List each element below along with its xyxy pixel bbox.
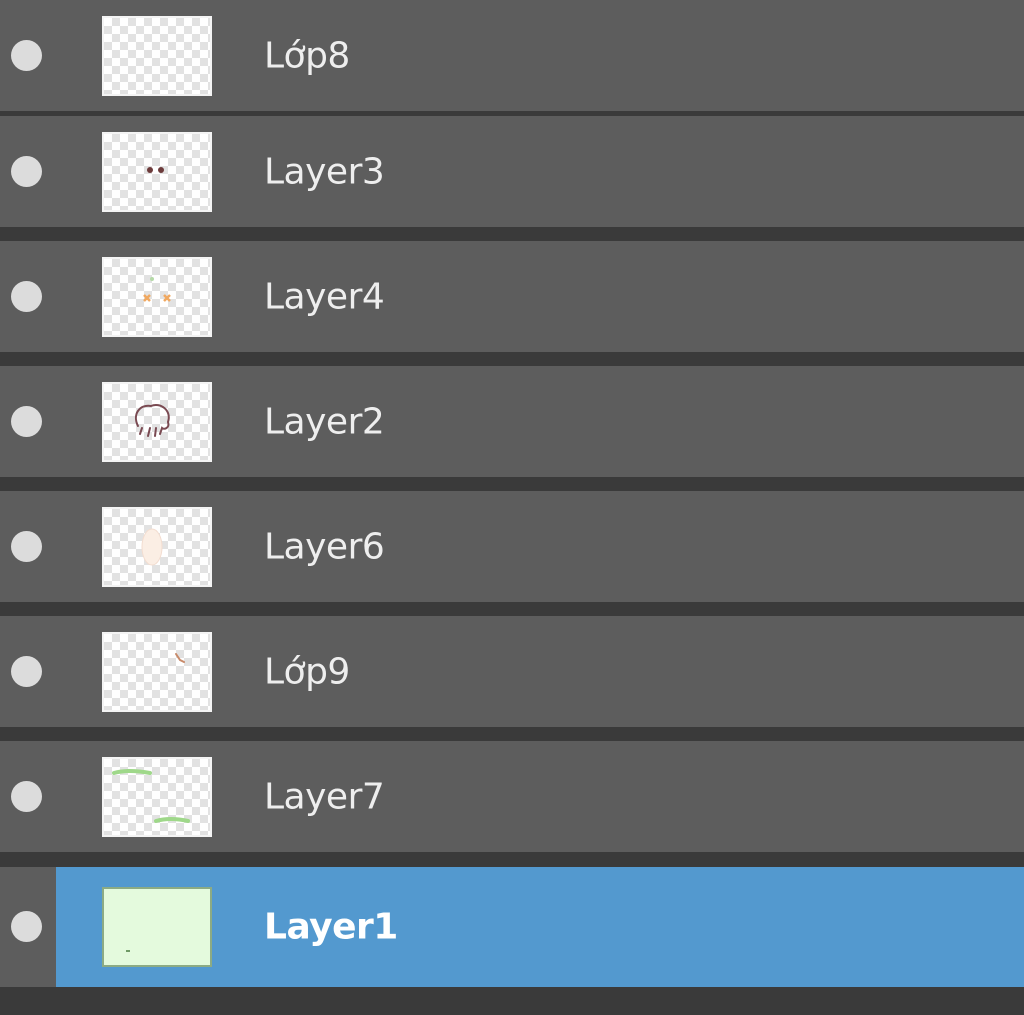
layer-name[interactable]: Layer7 [264,776,385,817]
layer-row-body[interactable]: Layer2 [56,366,1024,477]
layer-row-body[interactable]: Lớp8 [56,0,1024,111]
layer-row-body[interactable]: Lớp9 [56,616,1024,727]
layer-row-body[interactable]: Layer7 [56,741,1024,852]
visibility-column [0,867,56,987]
layer-name[interactable]: Lớp8 [264,35,350,76]
visibility-column [0,616,56,727]
layer-row-layer1[interactable]: Layer1 [0,867,1024,987]
layer-name[interactable]: Layer1 [264,907,398,948]
visibility-toggle-icon[interactable] [11,280,42,312]
layer-row-body-selected[interactable]: Layer1 [56,867,1024,987]
visibility-toggle-icon[interactable] [11,780,42,812]
layer-thumbnail [102,15,212,96]
layer-thumbnail [102,756,212,837]
visibility-toggle-icon[interactable] [11,39,42,71]
layer-row-layer4[interactable]: Layer4 [0,241,1024,352]
layer-row-body[interactable]: Layer4 [56,241,1024,352]
visibility-column [0,366,56,477]
layer-thumbnail [102,887,212,967]
layer-thumbnail [102,381,212,462]
layer-name[interactable]: Layer3 [264,151,385,192]
layer-thumbnail [102,256,212,337]
visibility-toggle-icon[interactable] [11,155,42,187]
layer-thumbnail [102,506,212,587]
visibility-column [0,741,56,852]
layer-row-lop9[interactable]: Lớp9 [0,616,1024,727]
layers-panel: Lớp8 Layer3 Layer4 Layer2 Layer6 Lớp9 La… [0,0,1024,1015]
visibility-toggle-icon[interactable] [11,655,42,687]
layer-name[interactable]: Lớp9 [264,651,350,692]
layer-row-layer2[interactable]: Layer2 [0,366,1024,477]
visibility-toggle-icon[interactable] [11,911,42,942]
layer-row-layer6[interactable]: Layer6 [0,491,1024,602]
visibility-column [0,491,56,602]
layer-row-lop8[interactable]: Lớp8 [0,0,1024,111]
layer-thumbnail [102,131,212,212]
visibility-column [0,241,56,352]
layer-row-body[interactable]: Layer6 [56,491,1024,602]
visibility-column [0,0,56,111]
layer-row-layer7[interactable]: Layer7 [0,741,1024,852]
layer-row-layer3[interactable]: Layer3 [0,116,1024,227]
layer-thumbnail [102,631,212,712]
layer-row-body[interactable]: Layer3 [56,116,1024,227]
layer-name[interactable]: Layer2 [264,401,385,442]
visibility-toggle-icon[interactable] [11,405,42,437]
layer-name[interactable]: Layer4 [264,276,385,317]
layer-name[interactable]: Layer6 [264,526,385,567]
visibility-toggle-icon[interactable] [11,530,42,562]
visibility-column [0,116,56,227]
